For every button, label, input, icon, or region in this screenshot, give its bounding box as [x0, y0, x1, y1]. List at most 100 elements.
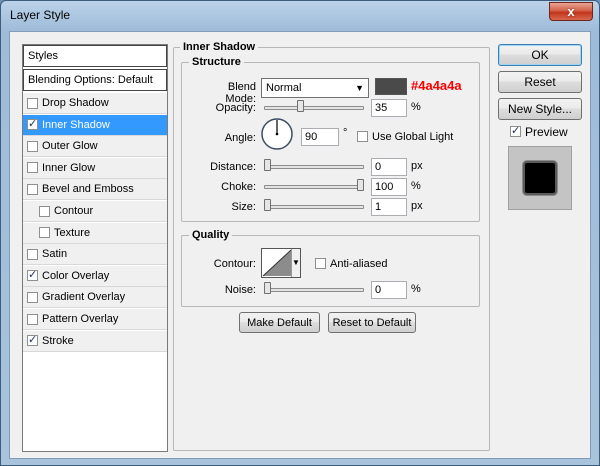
style-item-pattern-overlay[interactable]: Pattern Overlay [23, 309, 167, 330]
reset-button[interactable]: Reset [498, 71, 582, 93]
style-item-checkbox[interactable] [27, 333, 38, 347]
distance-slider-track[interactable] [264, 165, 364, 169]
style-item-checkbox[interactable] [27, 183, 38, 195]
blend-mode-value: Normal [266, 82, 302, 94]
style-preview [508, 146, 572, 210]
distance-slider-thumb[interactable] [264, 159, 271, 171]
opacity-slider-track[interactable] [264, 106, 364, 110]
use-global-light-checkbox[interactable] [357, 131, 368, 142]
choke-slider-thumb[interactable] [357, 179, 364, 191]
style-item-label: Inner Shadow [42, 118, 110, 131]
distance-value: 0 [375, 161, 382, 173]
anti-aliased-label: Anti-aliased [330, 258, 388, 270]
blend-mode-select[interactable]: Normal ▼ [261, 78, 369, 98]
use-global-light-label: Use Global Light [372, 131, 454, 143]
style-item-bevel-and-emboss[interactable]: Bevel and Emboss [23, 179, 167, 201]
angle-input[interactable]: 90 [301, 128, 339, 146]
size-slider-thumb[interactable] [264, 199, 272, 211]
choke-unit: % [411, 180, 421, 192]
style-item-label: Color Overlay [42, 269, 110, 282]
shadow-color-swatch[interactable] [375, 78, 407, 95]
style-item-checkbox[interactable] [39, 227, 50, 239]
style-item-checkbox[interactable] [27, 268, 38, 282]
distance-unit: px [411, 160, 423, 172]
style-item-color-overlay[interactable]: Color Overlay [23, 265, 167, 287]
reset-label: Reset [524, 75, 556, 89]
choke-input[interactable]: 100 [371, 178, 407, 196]
style-item-stroke[interactable]: Stroke [23, 330, 167, 352]
angle-label: Angle: [224, 132, 256, 144]
inner-shadow-title: Inner Shadow [180, 41, 259, 53]
choke-value: 100 [375, 181, 394, 193]
size-label: Size: [231, 201, 256, 213]
opacity-value: 35 [375, 102, 388, 114]
distance-input[interactable]: 0 [371, 158, 407, 176]
quality-group [181, 235, 480, 307]
style-item-label: Outer Glow [42, 140, 98, 153]
style-item-checkbox[interactable] [27, 291, 38, 303]
noise-unit: % [411, 283, 421, 295]
structure-title: Structure [189, 56, 244, 68]
layer-style-window: Layer Style x Styles Blending Options: D… [0, 0, 600, 466]
noise-slider-thumb[interactable] [264, 282, 271, 294]
color-hex-annotation: #4a4a4a [411, 78, 462, 93]
preview-checkbox[interactable] [510, 124, 521, 137]
size-slider-track[interactable] [264, 205, 364, 209]
contour-dropdown-icon[interactable]: ▼ [291, 249, 300, 277]
style-item-drop-shadow[interactable]: Drop Shadow [23, 93, 167, 114]
dialog-client-area: Styles Blending Options: Default Drop Sh… [9, 31, 591, 459]
make-default-button[interactable]: Make Default [239, 312, 320, 333]
anti-aliased-checkbox[interactable] [315, 258, 326, 269]
noise-label: Noise: [224, 284, 256, 296]
title-bar[interactable]: Layer Style x [1, 1, 599, 31]
style-item-satin[interactable]: Satin [23, 244, 167, 266]
style-item-label: Texture [54, 226, 91, 239]
style-item-checkbox[interactable] [27, 140, 38, 152]
contour-label: Contour: [213, 258, 256, 270]
style-item-inner-shadow[interactable]: Inner Shadow [23, 114, 167, 136]
new-style-label: New Style... [507, 102, 573, 116]
styles-header[interactable]: Styles [23, 45, 167, 67]
opacity-slider-thumb[interactable] [296, 100, 304, 112]
angle-unit: ° [343, 127, 348, 139]
style-item-inner-glow[interactable]: Inner Glow [23, 157, 167, 179]
angle-value: 90 [305, 131, 318, 143]
noise-input[interactable]: 0 [371, 281, 407, 299]
angle-dial[interactable] [260, 117, 294, 151]
choke-label: Choke: [221, 181, 256, 193]
style-item-contour[interactable]: Contour [23, 201, 167, 222]
new-style-button[interactable]: New Style... [498, 98, 582, 120]
style-item-label: Drop Shadow [42, 97, 109, 109]
style-item-gradient-overlay[interactable]: Gradient Overlay [23, 287, 167, 309]
ok-label: OK [531, 48, 549, 62]
chevron-down-icon: ▼ [355, 83, 364, 93]
close-button[interactable]: x [549, 2, 593, 21]
style-item-checkbox[interactable] [39, 205, 50, 217]
style-item-checkbox[interactable] [27, 97, 38, 109]
contour-picker[interactable]: ▼ [261, 248, 301, 278]
reset-to-default-button[interactable]: Reset to Default [328, 312, 416, 333]
reset-to-default-label: Reset to Default [332, 316, 412, 329]
close-icon: x [567, 4, 575, 19]
style-item-checkbox[interactable] [27, 248, 38, 260]
style-item-checkbox[interactable] [27, 313, 38, 325]
styles-list: Styles Blending Options: Default Drop Sh… [22, 44, 168, 452]
opacity-input[interactable]: 35 [371, 99, 407, 117]
noise-slider-track[interactable] [264, 288, 364, 292]
ok-button[interactable]: OK [498, 44, 582, 66]
contour-curve-icon [262, 249, 292, 277]
quality-title: Quality [189, 229, 233, 241]
style-item-texture[interactable]: Texture [23, 222, 167, 244]
styles-header-label: Styles [28, 50, 58, 62]
noise-value: 0 [375, 284, 382, 296]
style-item-label: Gradient Overlay [42, 291, 126, 304]
style-item-checkbox[interactable] [27, 162, 38, 174]
make-default-label: Make Default [247, 316, 312, 329]
choke-slider-track[interactable] [264, 185, 364, 189]
window-title: Layer Style [10, 8, 71, 22]
style-item-label: Inner Glow [42, 161, 96, 174]
style-item-outer-glow[interactable]: Outer Glow [23, 136, 167, 158]
style-item-checkbox[interactable] [27, 117, 38, 131]
blending-options-item[interactable]: Blending Options: Default [23, 69, 167, 91]
size-input[interactable]: 1 [371, 198, 407, 216]
